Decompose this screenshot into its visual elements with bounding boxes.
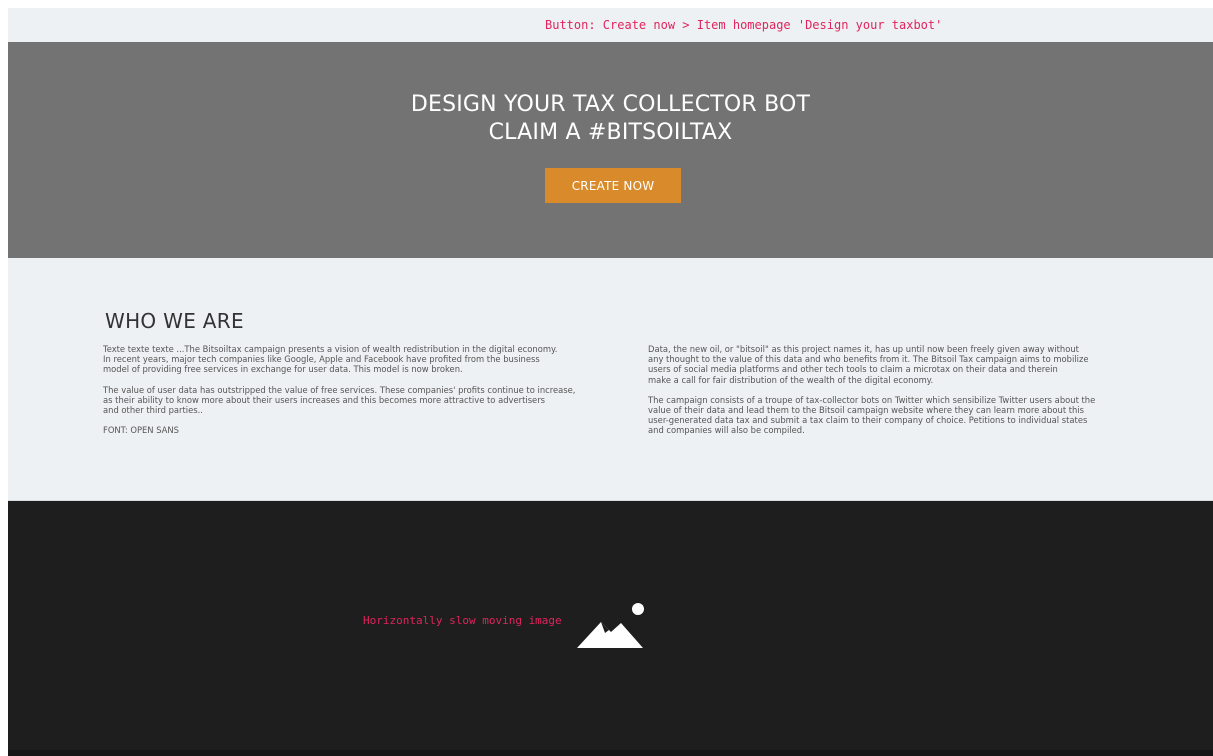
annotation-bar: Button: Create now > Item homepage 'Desi… xyxy=(8,8,1213,42)
image-placeholder-icon xyxy=(577,603,644,648)
hero-section: DESIGN YOUR TAX COLLECTOR BOT CLAIM A #B… xyxy=(8,42,1213,258)
about-left-paragraph-1: Texte texte texte ...The Bitsoiltax camp… xyxy=(103,344,608,375)
text-line: value of their data and lead them to the… xyxy=(648,405,1085,416)
about-right-column: Data, the new oil, or "bitsoil" as this … xyxy=(648,344,1138,446)
about-right-paragraph-1: Data, the new oil, or "bitsoil" as this … xyxy=(648,344,1138,385)
text-line: The value of user data has outstripped t… xyxy=(103,384,576,395)
who-we-are-section: WHO WE ARE Texte texte texte ...The Bits… xyxy=(8,258,1213,501)
font-note: FONT: OPEN SANS xyxy=(103,425,179,436)
text-line: make a call for fair distribution of the… xyxy=(648,374,934,385)
text-line: model of providing free services in exch… xyxy=(103,364,463,375)
text-line: and other third parties.. xyxy=(103,405,203,416)
text-line: In recent years, major tech companies li… xyxy=(103,354,540,365)
create-now-button[interactable]: CREATE NOW xyxy=(545,168,681,203)
about-left-column: Texte texte texte ...The Bitsoiltax camp… xyxy=(103,344,608,445)
text-line: users of social media platforms and othe… xyxy=(648,364,1058,375)
hero-title: DESIGN YOUR TAX COLLECTOR BOT CLAIM A #B… xyxy=(8,91,1213,147)
hero-title-line-2: CLAIM A #BITSOILTAX xyxy=(488,120,733,145)
text-line: as their ability to know more about thei… xyxy=(103,394,546,405)
who-we-are-heading: WHO WE ARE xyxy=(105,309,244,333)
annotation-media-note: Horizontally slow moving image xyxy=(363,614,562,627)
annotation-cta-note: Button: Create now > Item homepage 'Desi… xyxy=(545,18,943,32)
hero-title-line-1: DESIGN YOUR TAX COLLECTOR BOT xyxy=(410,92,811,117)
text-line: Texte texte texte ...The Bitsoiltax camp… xyxy=(103,344,558,354)
text-line: The campaign consists of a troupe of tax… xyxy=(648,394,1096,405)
page-frame: Button: Create now > Item homepage 'Desi… xyxy=(8,8,1213,756)
text-line: and companies will also be compiled. xyxy=(648,425,805,436)
text-line: Data, the new oil, or "bitsoil" as this … xyxy=(648,344,1079,354)
sliding-image-section: Horizontally slow moving image xyxy=(8,501,1213,756)
text-line: user-generated data tax and submit a tax… xyxy=(648,415,1088,426)
footer-strip xyxy=(8,750,1213,756)
about-left-paragraph-2: The value of user data has outstripped t… xyxy=(103,385,608,416)
about-right-paragraph-2: The campaign consists of a troupe of tax… xyxy=(648,395,1138,436)
text-line: any thought to the value of this data an… xyxy=(648,354,1089,365)
